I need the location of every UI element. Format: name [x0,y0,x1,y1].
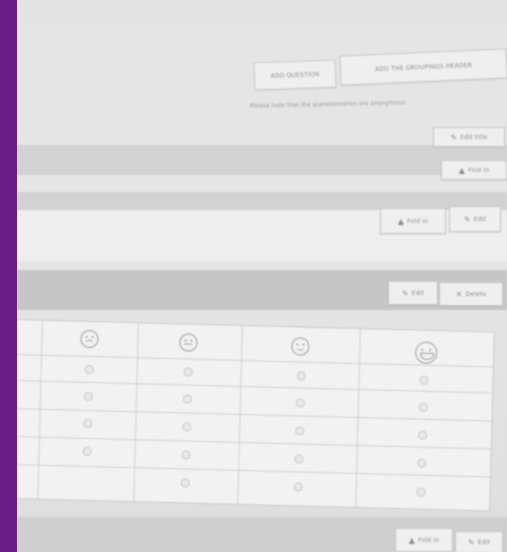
very-happy-face-icon [414,341,438,365]
fold-in-button[interactable]: ▲ Fold in [380,208,446,234]
caret-up-icon: ▲ [397,216,405,226]
delete-button[interactable]: ✕ Delete [439,282,503,306]
edit-button[interactable]: ✎ Edit [455,531,503,552]
fold-in-button[interactable]: ▲ Fold in [395,528,453,552]
pencil-icon: ✎ [401,288,409,298]
fold-in-button[interactable]: ▲ Fold in [441,160,507,180]
very-unhappy-face-icon [80,329,99,349]
caret-up-icon: ▲ [408,535,416,545]
purple-side-bar [0,0,17,552]
pencil-icon: ✎ [450,132,458,142]
rating-radio[interactable] [418,402,428,412]
rating-grid [17,319,495,512]
rating-radio[interactable] [419,375,429,385]
section-band [17,145,507,175]
fold-in-label: Fold in [407,217,429,225]
fold-in-label: Fold in [468,166,490,174]
rating-radio[interactable] [416,487,426,497]
rating-radio[interactable] [295,426,305,436]
rating-radio[interactable] [182,422,192,432]
rating-radio[interactable] [82,446,92,457]
rating-radio[interactable] [182,394,193,404]
rating-radio[interactable] [417,458,427,468]
caret-up-icon: ▲ [458,165,466,175]
edit-label: Edit [411,289,425,297]
rating-radio[interactable] [180,478,190,488]
anonymity-notice: Please note that the questionnaires are … [249,99,406,110]
edit-title-label: Edit title [460,133,488,141]
edit-label: Edit [477,538,491,546]
add-question-label: ADD QUESTION [270,70,320,80]
rating-radio[interactable] [83,391,94,402]
rating-radio[interactable] [181,450,191,460]
add-grouping-header-label: ADD THE GROUPINGS HEADER [374,61,473,73]
rating-radio[interactable] [417,430,428,440]
pencil-icon: ✎ [463,214,471,224]
questionnaire-editor-photo: ADD QUESTION ADD THE GROUPINGS HEADER Pl… [17,0,507,552]
delete-label: Delete [465,290,487,298]
rating-radio[interactable] [295,398,306,408]
rating-radio[interactable] [84,364,94,375]
neutral-face-icon [179,333,198,352]
edit-button[interactable]: ✎ Edit [449,206,501,232]
add-grouping-header-button[interactable]: ADD THE GROUPINGS HEADER [339,48,507,86]
edit-button[interactable]: ✎ Edit [388,281,438,305]
rating-radio[interactable] [83,418,93,429]
rating-radio[interactable] [293,482,303,492]
rating-radio[interactable] [183,367,193,377]
add-question-button[interactable]: ADD QUESTION [253,59,337,91]
pencil-icon: ✎ [467,537,475,547]
happy-face-icon [291,337,310,356]
cross-icon: ✕ [455,289,463,299]
fold-in-label: Fold in [418,536,440,544]
rating-radio[interactable] [296,371,306,381]
rating-radio[interactable] [294,454,304,464]
edit-title-button[interactable]: ✎ Edit title [433,127,505,147]
edit-label: Edit [473,215,487,223]
